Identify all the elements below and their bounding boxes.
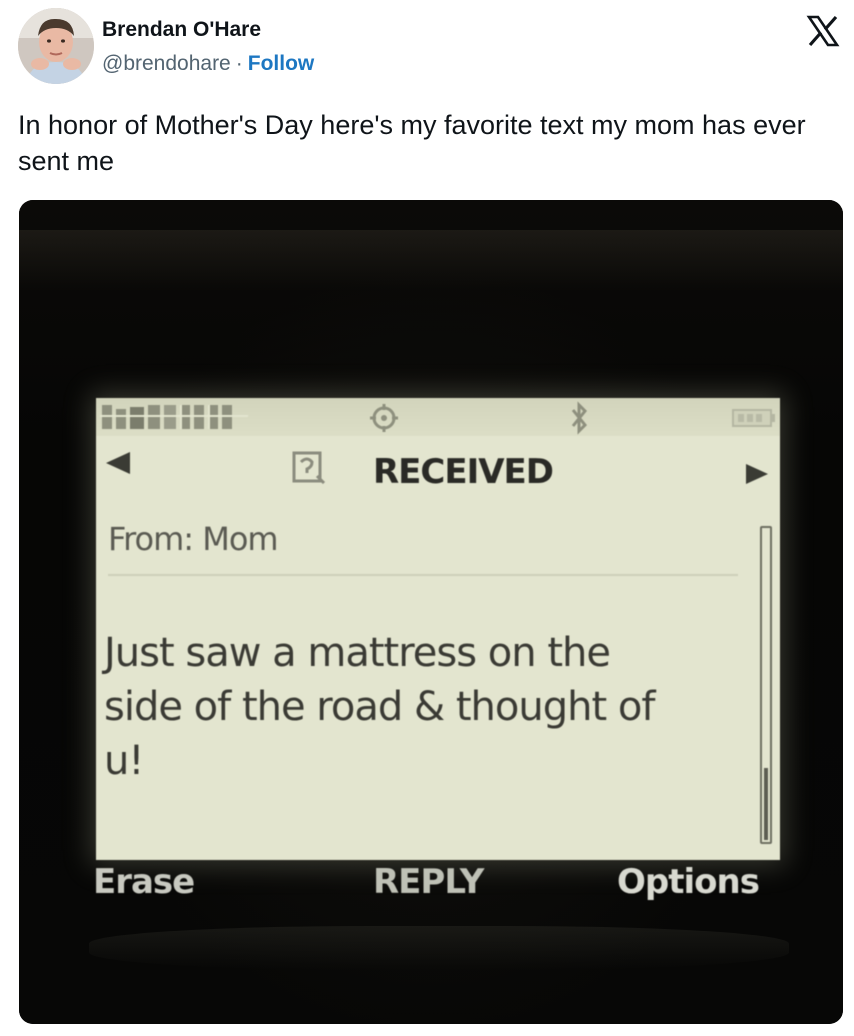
message-line: Just saw a mattress on the (104, 630, 611, 676)
scroll-thumb[interactable] (764, 768, 768, 840)
author-meta: @brendohare · Follow (102, 52, 314, 76)
phone-bezel (19, 230, 843, 290)
softkey-reply[interactable]: REPLY (373, 862, 484, 902)
divider (108, 574, 738, 576)
x-logo-icon[interactable] (806, 14, 840, 48)
softkey-erase[interactable]: Erase (93, 862, 195, 902)
follow-button[interactable]: Follow (248, 52, 315, 75)
avatar[interactable] (18, 8, 94, 84)
softkey-options[interactable]: Options (617, 862, 760, 902)
envelope-icon (292, 451, 326, 484)
arrow-right-icon[interactable] (744, 461, 770, 487)
phone-status-bar (96, 398, 780, 436)
message-line: side of the road & thought of (104, 684, 655, 730)
message-body: Just saw a mattress on the side of the r… (104, 626, 704, 788)
author-handle[interactable]: @brendohare (102, 52, 231, 75)
avatar-image (18, 8, 94, 84)
gps-icon (370, 404, 398, 432)
tweet-photo[interactable]: RECEIVED From: Mom Just saw a mattress o… (19, 200, 843, 1024)
author-name[interactable]: Brendan O'Hare (102, 18, 261, 42)
phone-screen: RECEIVED From: Mom Just saw a mattress o… (96, 398, 780, 860)
message-line: u! (104, 738, 144, 784)
phone-keypad-edge (89, 926, 789, 970)
from-line: From: Mom (108, 520, 279, 558)
signal-icon (100, 405, 248, 429)
received-title: RECEIVED (373, 452, 554, 492)
battery-icon (732, 409, 775, 427)
arrow-left-icon[interactable] (102, 448, 132, 478)
tweet-header: Brendan O'Hare @brendohare · Follow (18, 8, 844, 88)
softkey-bar: Erase REPLY Options (19, 858, 843, 914)
tweet-text: In honor of Mother's Day here's my favor… (18, 110, 806, 176)
meta-separator: · (235, 52, 243, 75)
message-scrollbar[interactable] (760, 526, 772, 844)
bluetooth-icon (571, 401, 588, 435)
